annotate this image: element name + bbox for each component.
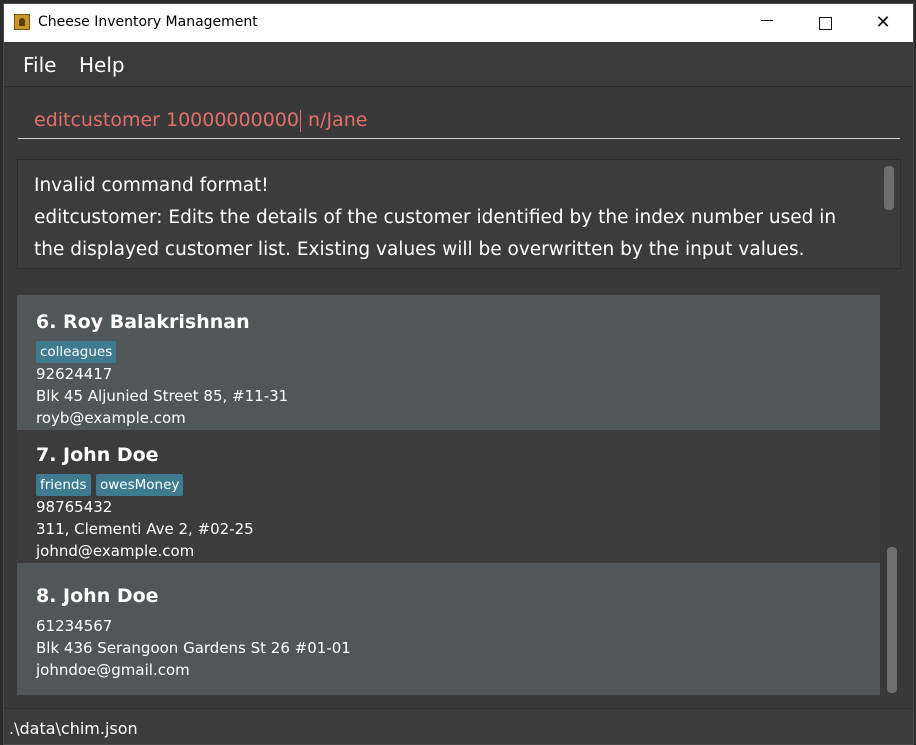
close-icon: ✕ (875, 12, 891, 33)
save-file-path: .\data\chim.json (9, 719, 138, 738)
status-bar: .\data\chim.json (4, 708, 913, 744)
command-input[interactable]: editcustomer 10000000000 n/Jane (18, 101, 900, 139)
menu-file[interactable]: File (23, 53, 56, 77)
customer-list-scrollbar-thumb[interactable] (887, 547, 897, 693)
customer-address: Blk 45 Aljunied Street 85, #11-31 (36, 387, 289, 405)
customer-tag: colleagues (36, 341, 117, 363)
customer-email: royb@example.com (36, 409, 186, 427)
menu-bar: File Help (4, 42, 913, 87)
title-bar: Cheese Inventory Management ✕ (4, 4, 913, 42)
maximize-icon (818, 16, 832, 30)
menu-help[interactable]: Help (79, 53, 125, 77)
result-line-usage: editcustomer: Edits the details of the c… (34, 207, 837, 260)
customer-tag: owesMoney (96, 474, 184, 496)
text-caret (299, 109, 301, 132)
customer-name: 6. Roy Balakrishnan (36, 311, 250, 333)
customer-phone: 92624417 (36, 365, 113, 383)
minimize-icon (761, 19, 773, 21)
app-window: Cheese Inventory Management ✕ File Help … (3, 3, 914, 745)
customer-name: 8. John Doe (36, 585, 159, 607)
customer-address: 311, Clementi Ave 2, #02-25 (36, 520, 254, 538)
customer-name: 7. John Doe (36, 444, 159, 466)
customer-phone: 98765432 (36, 498, 113, 516)
command-box: editcustomer 10000000000 n/Jane (4, 87, 913, 150)
result-scrollbar[interactable] (884, 166, 894, 210)
customer-phone: 61234567 (36, 617, 113, 635)
app-icon (14, 14, 30, 30)
customer-card[interactable]: 6. Roy Balakrishnan colleagues 92624417 … (17, 295, 880, 430)
result-text: Invalid command format! editcustomer: Ed… (34, 170, 864, 266)
customer-tag: friends (36, 474, 91, 496)
customer-email: johndoe@gmail.com (36, 661, 190, 679)
customer-email: johnd@example.com (36, 542, 195, 560)
window-title: Cheese Inventory Management (38, 14, 258, 30)
customer-card[interactable]: 8. John Doe 61234567 Blk 436 Serangoon G… (17, 563, 880, 695)
result-display: Invalid command format! editcustomer: Ed… (17, 159, 901, 269)
maximize-button[interactable] (796, 4, 854, 42)
minimize-button[interactable] (738, 4, 796, 42)
command-text-after-caret: n/Jane (301, 109, 368, 131)
customer-address: Blk 436 Serangoon Gardens St 26 #01-01 (36, 639, 351, 657)
command-text-before-caret: editcustomer 10000000000 (34, 109, 299, 131)
close-button[interactable]: ✕ (854, 4, 912, 42)
customer-card[interactable]: 7. John Doe friends owesMoney 98765432 3… (17, 430, 880, 563)
result-line-error: Invalid command format! (34, 175, 269, 196)
customer-list: 6. Roy Balakrishnan colleagues 92624417 … (17, 289, 901, 699)
